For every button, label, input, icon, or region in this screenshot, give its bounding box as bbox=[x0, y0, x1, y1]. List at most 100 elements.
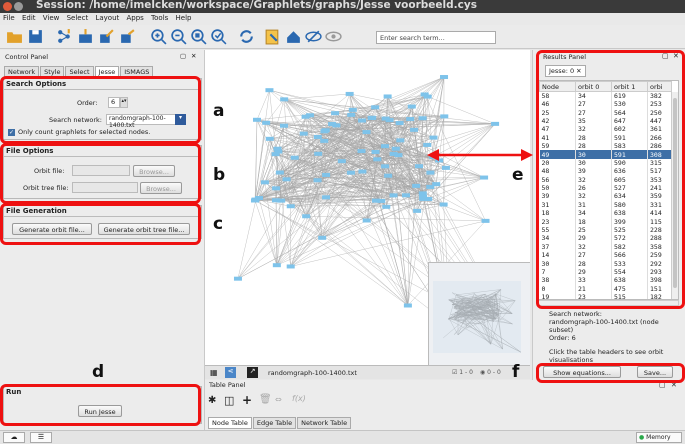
network-node[interactable] bbox=[233, 276, 242, 281]
network-node[interactable] bbox=[412, 183, 421, 188]
network-node[interactable] bbox=[302, 214, 311, 219]
network-canvas[interactable] bbox=[205, 50, 530, 365]
link-icon[interactable]: ⇔ bbox=[275, 395, 282, 404]
zoom-fit-icon[interactable] bbox=[190, 28, 207, 45]
network-node[interactable] bbox=[403, 303, 412, 308]
zoom-in-icon[interactable] bbox=[150, 28, 167, 45]
menu-file[interactable]: File bbox=[3, 14, 15, 22]
network-node[interactable] bbox=[299, 131, 308, 136]
import-network-icon[interactable] bbox=[56, 28, 73, 45]
network-node[interactable] bbox=[491, 121, 500, 126]
network-node[interactable] bbox=[273, 146, 282, 151]
new-network-from-selection-icon[interactable] bbox=[264, 28, 281, 45]
cloud-icon[interactable]: ☁ bbox=[3, 432, 25, 443]
network-node[interactable] bbox=[394, 153, 403, 158]
network-node[interactable] bbox=[362, 130, 371, 135]
network-node[interactable] bbox=[347, 112, 356, 117]
network-node[interactable] bbox=[439, 202, 448, 207]
network-node[interactable] bbox=[286, 204, 295, 209]
open-folder-icon[interactable] bbox=[6, 28, 23, 45]
network-node[interactable] bbox=[368, 115, 377, 120]
menu-view[interactable]: View bbox=[43, 14, 60, 22]
network-node[interactable] bbox=[371, 105, 380, 110]
zoom-selected-icon[interactable] bbox=[210, 28, 227, 45]
network-node[interactable] bbox=[395, 121, 404, 126]
network-node[interactable] bbox=[322, 195, 331, 200]
network-node[interactable] bbox=[358, 118, 367, 123]
export-icon[interactable]: ↗ bbox=[247, 367, 258, 378]
network-node[interactable] bbox=[271, 152, 280, 157]
zoom-out-icon[interactable] bbox=[170, 28, 187, 45]
network-node[interactable] bbox=[322, 172, 331, 177]
network-node[interactable] bbox=[440, 75, 449, 80]
network-node[interactable] bbox=[313, 134, 322, 139]
delete-icon[interactable]: 🗑 bbox=[259, 394, 272, 405]
network-node[interactable] bbox=[279, 123, 288, 128]
export-network-icon[interactable] bbox=[98, 28, 115, 45]
menu-tools[interactable]: Tools bbox=[151, 14, 168, 22]
menu-apps[interactable]: Apps bbox=[126, 14, 143, 22]
network-node[interactable] bbox=[380, 144, 389, 149]
network-node[interactable] bbox=[396, 138, 405, 143]
network-node[interactable] bbox=[265, 136, 274, 141]
network-node[interactable] bbox=[419, 196, 428, 201]
tab-edge-table[interactable]: Edge Table bbox=[252, 417, 297, 429]
gear-icon[interactable]: ✱ bbox=[208, 395, 216, 406]
network-node[interactable] bbox=[418, 116, 427, 121]
network-node[interactable] bbox=[260, 180, 269, 185]
network-node[interactable] bbox=[440, 114, 449, 119]
network-node[interactable] bbox=[320, 129, 329, 134]
refresh-icon[interactable] bbox=[238, 28, 255, 45]
network-node[interactable] bbox=[252, 117, 261, 122]
network-node[interactable] bbox=[271, 198, 280, 203]
network-node[interactable] bbox=[480, 175, 489, 180]
network-node[interactable] bbox=[314, 151, 323, 156]
close-panel-icon[interactable]: ✕ bbox=[191, 52, 196, 60]
close-window-icon[interactable] bbox=[3, 2, 12, 11]
network-node[interactable] bbox=[410, 127, 419, 132]
network-node[interactable] bbox=[358, 169, 367, 174]
home-icon[interactable] bbox=[285, 28, 302, 45]
network-node[interactable] bbox=[346, 170, 355, 175]
network-node[interactable] bbox=[372, 198, 381, 203]
network-node[interactable] bbox=[371, 149, 380, 154]
network-node[interactable] bbox=[345, 91, 354, 96]
network-node[interactable] bbox=[318, 235, 327, 240]
minimize-window-icon[interactable] bbox=[14, 2, 23, 11]
network-node[interactable] bbox=[401, 193, 410, 198]
network-node[interactable] bbox=[406, 117, 415, 122]
network-node[interactable] bbox=[282, 177, 291, 182]
menu-select[interactable]: Select bbox=[67, 14, 89, 22]
network-node[interactable] bbox=[432, 182, 441, 187]
network-node[interactable] bbox=[362, 218, 371, 223]
network-node[interactable] bbox=[328, 122, 337, 127]
network-node[interactable] bbox=[331, 111, 340, 116]
import-table-icon[interactable] bbox=[77, 28, 94, 45]
network-node[interactable] bbox=[413, 208, 422, 213]
grid-icon[interactable]: ▦ bbox=[210, 368, 218, 377]
add-column-icon[interactable]: + bbox=[242, 393, 252, 407]
hide-icon[interactable] bbox=[305, 28, 322, 45]
tab-network-table[interactable]: Network Table bbox=[297, 417, 352, 429]
function-icon[interactable]: f(x) bbox=[292, 394, 306, 403]
network-node[interactable] bbox=[418, 191, 427, 196]
network-node[interactable] bbox=[286, 264, 295, 269]
menu-edit[interactable]: Edit bbox=[22, 14, 36, 22]
network-node[interactable] bbox=[383, 94, 392, 99]
network-node[interactable] bbox=[389, 193, 398, 198]
network-node[interactable] bbox=[441, 165, 450, 170]
network-node[interactable] bbox=[265, 88, 274, 93]
export-image-icon[interactable] bbox=[119, 28, 136, 45]
network-node[interactable] bbox=[481, 218, 490, 223]
network-node[interactable] bbox=[420, 92, 429, 97]
network-node[interactable] bbox=[426, 170, 435, 175]
search-input[interactable]: Enter search term... bbox=[376, 31, 496, 44]
network-node[interactable] bbox=[290, 155, 299, 160]
network-node[interactable] bbox=[381, 116, 390, 121]
network-overview-thumbnail[interactable] bbox=[428, 262, 530, 365]
network-node[interactable] bbox=[254, 196, 263, 201]
network-node[interactable] bbox=[301, 114, 310, 119]
network-node[interactable] bbox=[384, 173, 393, 178]
menu-layout[interactable]: Layout bbox=[95, 14, 119, 22]
menu-help[interactable]: Help bbox=[176, 14, 192, 22]
